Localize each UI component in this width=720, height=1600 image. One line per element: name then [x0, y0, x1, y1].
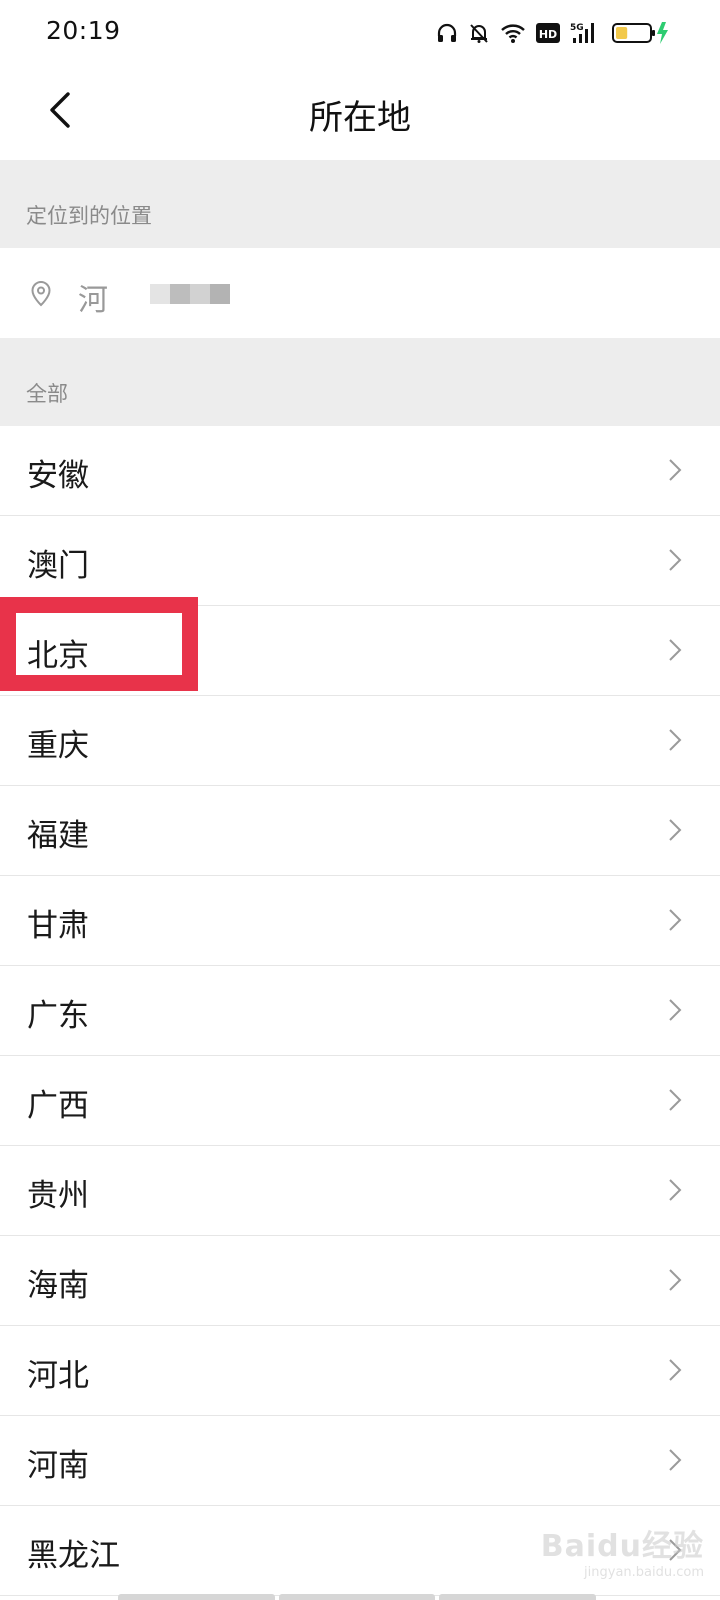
hd-icon: HD	[536, 23, 560, 43]
located-section-header: 定位到的位置	[0, 160, 720, 248]
headphones-icon	[436, 22, 458, 44]
province-name: 澳门	[27, 548, 89, 584]
chevron-right-icon	[668, 1088, 682, 1116]
wifi-icon	[500, 22, 526, 44]
signal-5g-icon: 5G	[570, 21, 602, 45]
province-item-guizhou[interactable]: 贵州	[0, 1146, 720, 1236]
chevron-right-icon	[668, 818, 682, 846]
province-item-anhui[interactable]: 安徽	[0, 426, 720, 516]
province-item-gansu[interactable]: 甘肃	[0, 876, 720, 966]
bottom-gesture-bar	[118, 1594, 597, 1600]
province-name: 北京	[27, 638, 89, 674]
battery-charging-icon	[612, 21, 670, 45]
svg-text:HD: HD	[539, 28, 557, 41]
province-name: 甘肃	[27, 908, 89, 944]
watermark-logo: Baidu经验	[540, 1529, 704, 1564]
province-item-beijing[interactable]: 北京	[0, 606, 720, 696]
province-item-hebei[interactable]: 河北	[0, 1326, 720, 1416]
svg-text:5G: 5G	[570, 23, 584, 33]
watermark-url: jingyan.baidu.com	[584, 1565, 704, 1580]
watermark: Baidu经验 jingyan.baidu.com	[541, 1521, 704, 1580]
status-time: 20:19	[46, 16, 121, 45]
province-item-henan[interactable]: 河南	[0, 1416, 720, 1506]
chevron-right-icon	[668, 1268, 682, 1296]
all-section-header: 全部	[0, 338, 720, 426]
bell-off-icon	[468, 22, 490, 44]
province-name: 福建	[27, 818, 89, 854]
province-name: 广西	[27, 1088, 89, 1124]
all-header-label: 全部	[26, 382, 68, 406]
status-icons: HD 5G	[436, 18, 670, 48]
province-name: 黑龙江	[27, 1538, 120, 1574]
province-name: 重庆	[27, 728, 89, 764]
located-location-text: 河	[78, 283, 108, 318]
chevron-right-icon	[668, 1178, 682, 1206]
province-name: 安徽	[27, 458, 89, 494]
province-item-chongqing[interactable]: 重庆	[0, 696, 720, 786]
province-name: 贵州	[27, 1178, 89, 1214]
located-location-row[interactable]: 河	[0, 248, 720, 338]
chevron-right-icon	[668, 1358, 682, 1386]
province-item-guangxi[interactable]: 广西	[0, 1056, 720, 1146]
location-pin-icon	[30, 280, 52, 312]
chevron-right-icon	[668, 908, 682, 936]
province-item-hainan[interactable]: 海南	[0, 1236, 720, 1326]
province-item-fujian[interactable]: 福建	[0, 786, 720, 876]
located-header-label: 定位到的位置	[26, 204, 152, 228]
province-item-macau[interactable]: 澳门	[0, 516, 720, 606]
chevron-right-icon	[668, 1448, 682, 1476]
status-bar: 20:19 HD 5G	[0, 0, 720, 64]
chevron-right-icon	[668, 728, 682, 756]
province-name: 河北	[27, 1358, 89, 1394]
nav-bar: 所在地	[0, 64, 720, 160]
privacy-mask	[150, 284, 230, 304]
chevron-right-icon	[668, 998, 682, 1026]
chevron-right-icon	[668, 458, 682, 486]
chevron-right-icon	[668, 548, 682, 576]
province-name: 海南	[27, 1268, 89, 1304]
chevron-right-icon	[668, 638, 682, 666]
province-list: 安徽 澳门 北京 重庆 福建 甘肃 广东 广西 贵州 海南 河北 河南 黑龙江	[0, 426, 720, 1596]
province-name: 广东	[27, 998, 89, 1034]
province-name: 河南	[27, 1448, 89, 1484]
page-title: 所在地	[309, 98, 411, 138]
province-item-guangdong[interactable]: 广东	[0, 966, 720, 1056]
